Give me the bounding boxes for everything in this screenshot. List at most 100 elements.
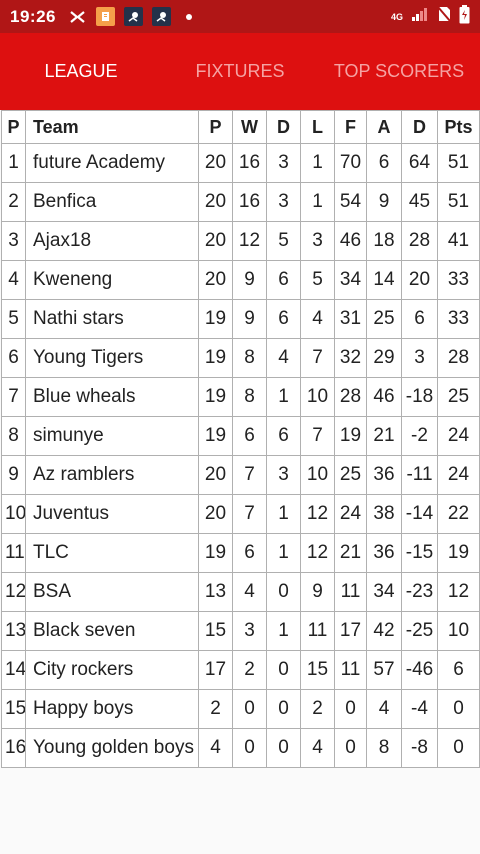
cell-drawn: 0 xyxy=(266,650,301,690)
notification-icons xyxy=(68,7,192,26)
cell-goals-against: 18 xyxy=(366,221,402,261)
cell-lost: 9 xyxy=(300,572,335,612)
table-row[interactable]: 8 simunye 19 6 6 7 19 21 -2 24 xyxy=(1,416,480,456)
cell-goals-for: 0 xyxy=(334,689,367,729)
cell-lost: 5 xyxy=(300,260,335,300)
cell-position: 3 xyxy=(1,221,26,261)
cell-played: 20 xyxy=(198,455,233,495)
top-tab-bar: LEAGUE FIXTURES TOP SCORERS xyxy=(0,33,480,110)
battery-icon xyxy=(459,4,470,29)
network-type-label: 4G xyxy=(390,11,403,22)
cell-won: 0 xyxy=(232,728,267,768)
cell-played: 15 xyxy=(198,611,233,651)
header-goals-against: A xyxy=(366,110,402,144)
table-row[interactable]: 16 Young golden boys 4 0 0 4 0 8 -8 0 xyxy=(1,728,480,768)
cell-team: Az ramblers xyxy=(25,455,199,495)
cell-points: 51 xyxy=(437,182,480,222)
cell-won: 3 xyxy=(232,611,267,651)
cell-goal-difference: 3 xyxy=(401,338,438,378)
system-icons: 4G xyxy=(390,4,470,29)
table-row[interactable]: 1 future Academy 20 16 3 1 70 6 64 51 xyxy=(1,143,480,183)
cell-position: 12 xyxy=(1,572,26,612)
cell-position: 2 xyxy=(1,182,26,222)
table-header-row: P Team P W D L F A D Pts xyxy=(1,110,480,144)
cell-played: 17 xyxy=(198,650,233,690)
cell-goals-against: 36 xyxy=(366,533,402,573)
cell-drawn: 4 xyxy=(266,338,301,378)
cell-drawn: 0 xyxy=(266,689,301,729)
table-row[interactable]: 5 Nathi stars 19 9 6 4 31 25 6 33 xyxy=(1,299,480,339)
signal-icon xyxy=(411,7,429,26)
cell-drawn: 6 xyxy=(266,260,301,300)
table-row[interactable]: 14 City rockers 17 2 0 15 11 57 -46 6 xyxy=(1,650,480,690)
cell-won: 2 xyxy=(232,650,267,690)
cell-goal-difference: 20 xyxy=(401,260,438,300)
cell-team: Black seven xyxy=(25,611,199,651)
cell-played: 20 xyxy=(198,182,233,222)
cell-points: 0 xyxy=(437,728,480,768)
cell-team: Nathi stars xyxy=(25,299,199,339)
football-app-icon xyxy=(151,7,171,26)
table-row[interactable]: 3 Ajax18 20 12 5 3 46 18 28 41 xyxy=(1,221,480,261)
table-row[interactable]: 6 Young Tigers 19 8 4 7 32 29 3 28 xyxy=(1,338,480,378)
cell-position: 14 xyxy=(1,650,26,690)
cell-goals-against: 34 xyxy=(366,572,402,612)
tab-league[interactable]: LEAGUE xyxy=(0,33,162,110)
cell-team: Ajax18 xyxy=(25,221,199,261)
cell-points: 33 xyxy=(437,260,480,300)
table-row[interactable]: 10 Juventus 20 7 1 12 24 38 -14 22 xyxy=(1,494,480,534)
cell-points: 24 xyxy=(437,416,480,456)
cell-goals-against: 36 xyxy=(366,455,402,495)
status-time: 19:26 xyxy=(10,6,56,26)
cell-goals-for: 11 xyxy=(334,572,367,612)
cell-goal-difference: -46 xyxy=(401,650,438,690)
table-row[interactable]: 7 Blue wheals 19 8 1 10 28 46 -18 25 xyxy=(1,377,480,417)
cell-points: 22 xyxy=(437,494,480,534)
tab-top-scorers[interactable]: TOP SCORERS xyxy=(318,33,480,110)
cell-position: 9 xyxy=(1,455,26,495)
cell-won: 0 xyxy=(232,689,267,729)
cell-lost: 1 xyxy=(300,182,335,222)
cell-played: 20 xyxy=(198,143,233,183)
cell-goal-difference: -11 xyxy=(401,455,438,495)
cell-goal-difference: 6 xyxy=(401,299,438,339)
cell-points: 51 xyxy=(437,143,480,183)
cell-goal-difference: 64 xyxy=(401,143,438,183)
table-row[interactable]: 13 Black seven 15 3 1 11 17 42 -25 10 xyxy=(1,611,480,651)
tab-fixtures[interactable]: FIXTURES xyxy=(162,33,318,110)
cell-goal-difference: -14 xyxy=(401,494,438,534)
header-goals-for: F xyxy=(334,110,367,144)
cell-lost: 10 xyxy=(300,455,335,495)
table-row[interactable]: 4 Kweneng 20 9 6 5 34 14 20 33 xyxy=(1,260,480,300)
header-team: Team xyxy=(25,110,199,144)
cell-drawn: 3 xyxy=(266,182,301,222)
header-played: P xyxy=(198,110,233,144)
cell-position: 8 xyxy=(1,416,26,456)
cell-goals-for: 34 xyxy=(334,260,367,300)
cell-goal-difference: -18 xyxy=(401,377,438,417)
cell-drawn: 0 xyxy=(266,728,301,768)
cell-goals-for: 32 xyxy=(334,338,367,378)
cell-position: 13 xyxy=(1,611,26,651)
cell-lost: 12 xyxy=(300,533,335,573)
notification-dot xyxy=(185,13,192,20)
table-row[interactable]: 2 Benfica 20 16 3 1 54 9 45 51 xyxy=(1,182,480,222)
table-row[interactable]: 15 Happy boys 2 0 0 2 0 4 -4 0 xyxy=(1,689,480,729)
cell-played: 19 xyxy=(198,299,233,339)
cell-goals-for: 31 xyxy=(334,299,367,339)
cell-played: 20 xyxy=(198,260,233,300)
table-row[interactable]: 9 Az ramblers 20 7 3 10 25 36 -11 24 xyxy=(1,455,480,495)
cell-lost: 7 xyxy=(300,416,335,456)
cell-position: 11 xyxy=(1,533,26,573)
cell-won: 6 xyxy=(232,533,267,573)
cell-drawn: 0 xyxy=(266,572,301,612)
table-row[interactable]: 11 TLC 19 6 1 12 21 36 -15 19 xyxy=(1,533,480,573)
football-app-icon xyxy=(123,7,143,26)
cell-position: 10 xyxy=(1,494,26,534)
cell-position: 7 xyxy=(1,377,26,417)
cell-goals-for: 24 xyxy=(334,494,367,534)
table-row[interactable]: 12 BSA 13 4 0 9 11 34 -23 12 xyxy=(1,572,480,612)
cell-goals-for: 46 xyxy=(334,221,367,261)
cell-played: 19 xyxy=(198,416,233,456)
cell-team: Young golden boys xyxy=(25,728,199,768)
